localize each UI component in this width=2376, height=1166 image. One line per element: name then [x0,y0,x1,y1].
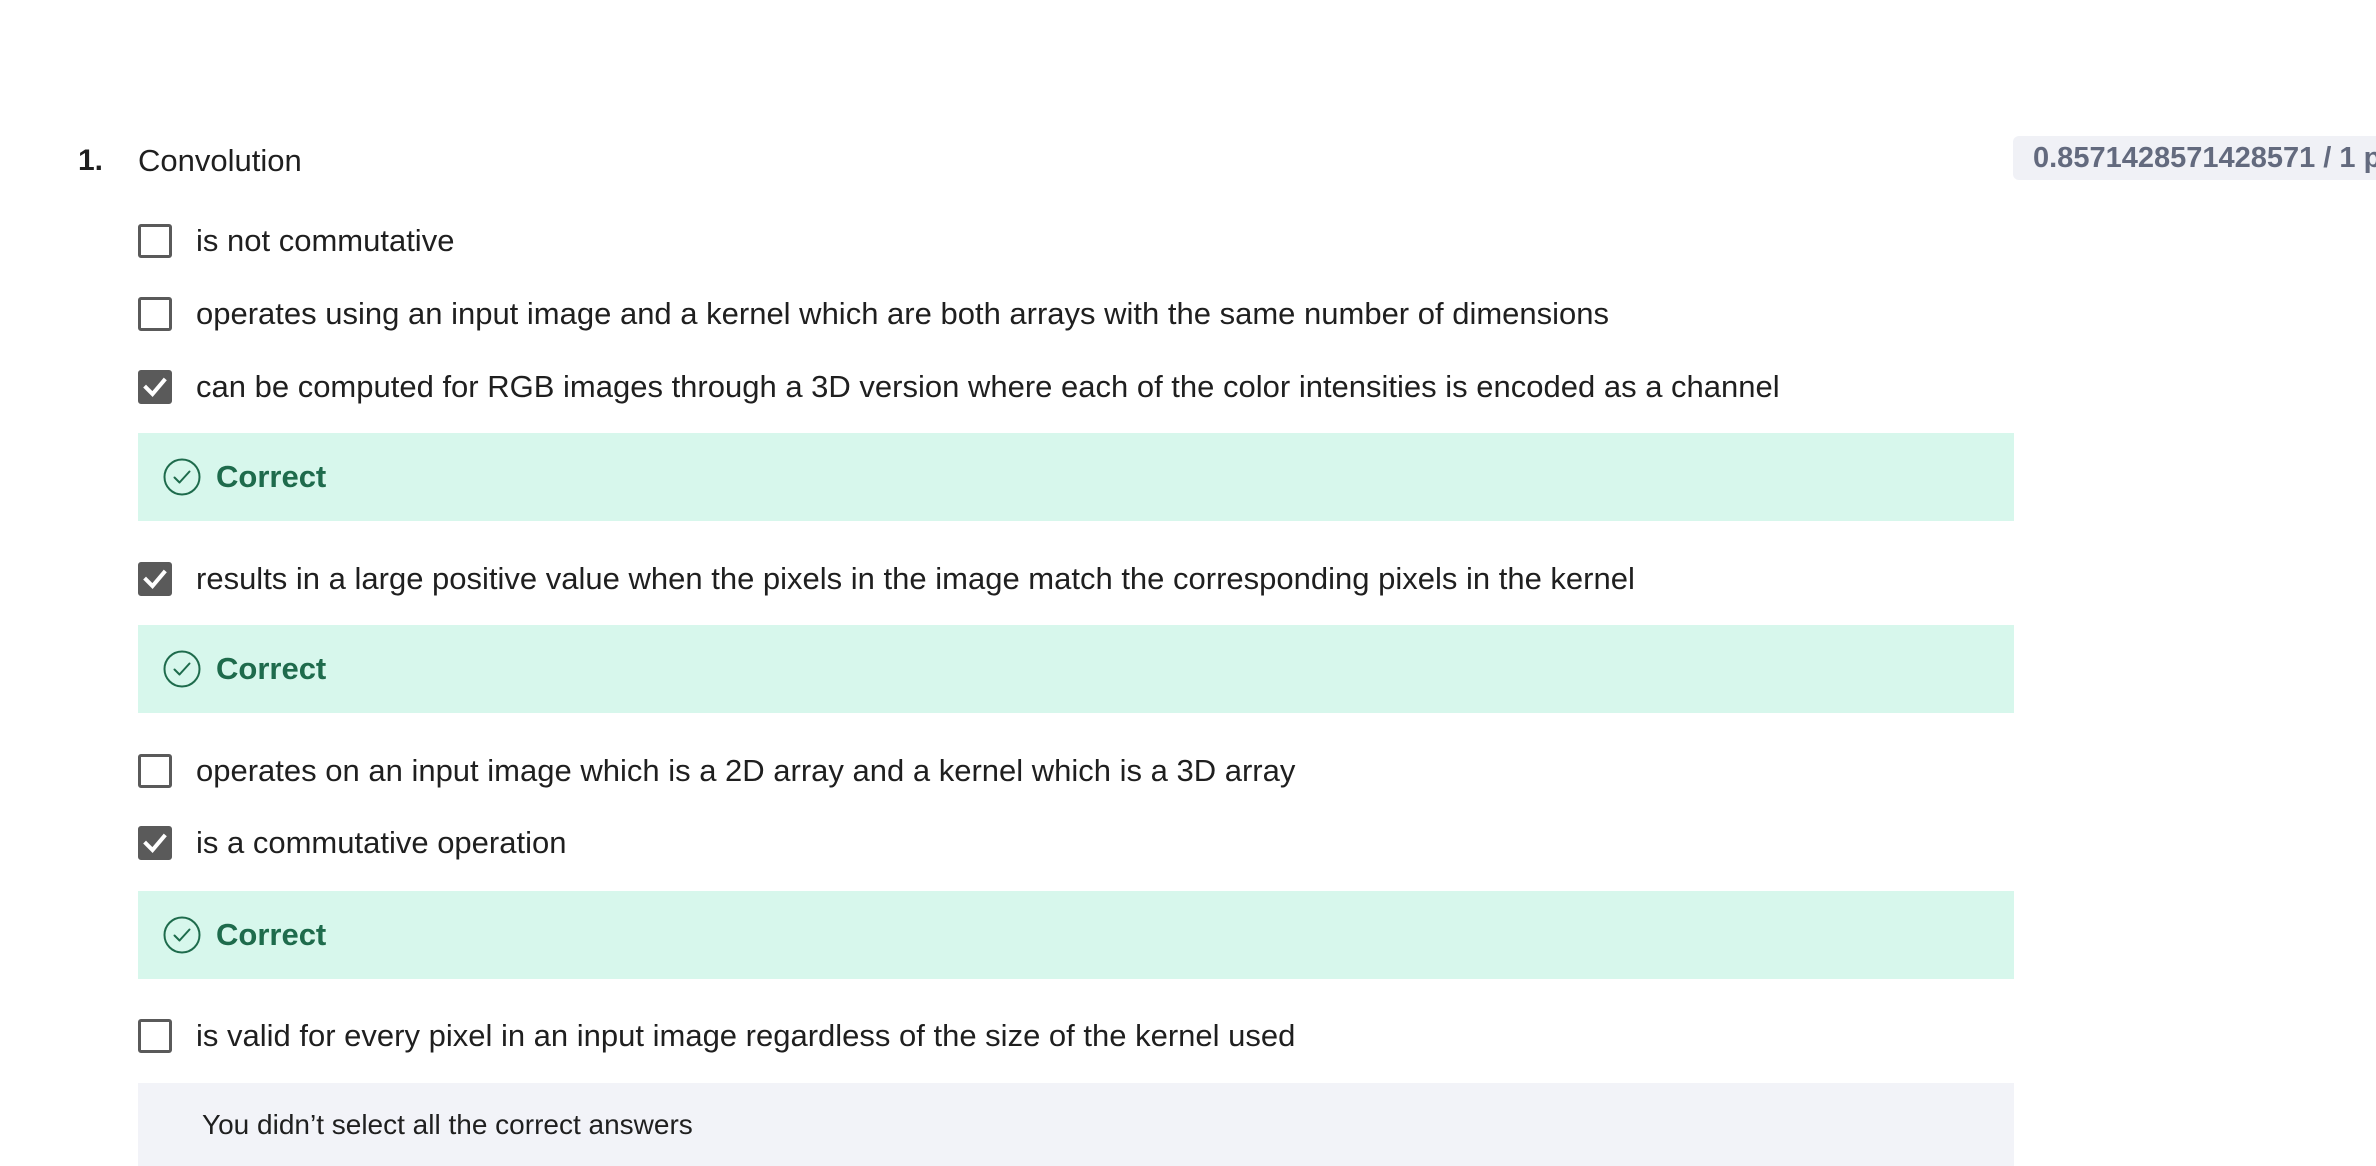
feedback-label: Correct [216,651,327,686]
feedback-label: Correct [216,917,327,952]
option-1[interactable]: is not commutative [138,221,454,261]
option-2[interactable]: operates using an input image and a kern… [138,294,1609,334]
checkbox-checked[interactable] [138,562,172,596]
option-label: is valid for every pixel in an input ima… [196,1018,1296,1053]
option-label: operates using an input image and a kern… [196,296,1610,331]
check-circle-icon [162,457,202,497]
quiz-question: 1. Convolution 0.8571428571428571 / 1 po… [0,0,2376,1166]
option-label: operates on an input image which is a 2D… [196,753,1296,788]
check-circle-icon [162,915,202,955]
checkbox[interactable] [138,297,172,331]
checkbox[interactable] [138,1019,172,1053]
checkbox[interactable] [138,224,172,258]
check-circle-icon [162,649,202,689]
option-label: can be computed for RGB images through a… [196,369,1780,404]
option-label: is not commutative [196,223,455,258]
question-title: Convolution [138,143,302,178]
feedback-label: Correct [216,459,327,494]
correct-feedback: Correct [138,433,2014,521]
option-label: is a commutative operation [196,825,567,860]
checkbox-checked[interactable] [138,826,172,860]
checkbox-checked[interactable] [138,370,172,404]
question-number: 1. [78,144,104,177]
checkmark-icon [143,377,167,397]
option-7[interactable]: is valid for every pixel in an input ima… [138,1016,1295,1056]
checkmark-icon [143,833,167,853]
points-badge: 0.8571428571428571 / 1 point [2013,136,2376,180]
checkmark-icon [143,569,167,589]
incomplete-answer-note: You didn’t select all the correct answer… [138,1083,2014,1166]
option-4[interactable]: results in a large positive value when t… [138,559,1635,599]
option-6[interactable]: is a commutative operation [138,823,566,863]
checkbox[interactable] [138,754,172,788]
option-label: results in a large positive value when t… [196,561,1635,596]
correct-feedback: Correct [138,891,2014,979]
note-text: You didn’t select all the correct answer… [202,1108,693,1140]
option-3[interactable]: can be computed for RGB images through a… [138,367,1780,407]
option-5[interactable]: operates on an input image which is a 2D… [138,751,1295,791]
correct-feedback: Correct [138,625,2014,713]
